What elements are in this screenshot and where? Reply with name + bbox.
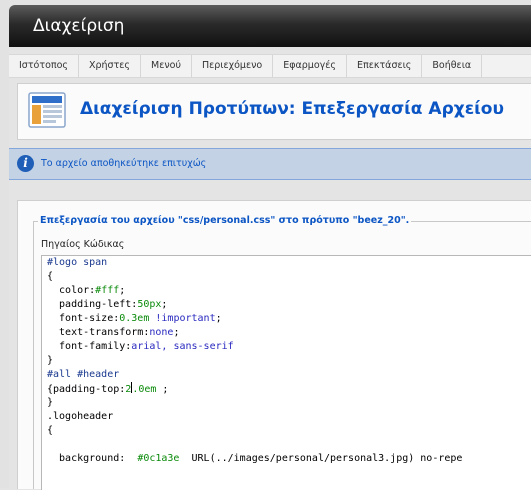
code-line: text-transform:none; bbox=[47, 327, 180, 338]
code-line: {padding-top:2.0em ; bbox=[47, 382, 169, 395]
editor-panel: Επεξεργασία του αρχείου "css/personal.cs… bbox=[17, 200, 531, 490]
menu-item-site[interactable]: Ιστότοπος bbox=[9, 55, 79, 77]
system-message: i Το αρχείο αποθηκεύτηκε επιτυχώς bbox=[9, 148, 531, 180]
menu-item-extensions[interactable]: Επεκτάσεις bbox=[347, 55, 423, 77]
toolbar-box: Διαχείριση Προτύπων: Επεξεργασία Αρχείου bbox=[17, 83, 531, 140]
menu-item-users[interactable]: Χρήστες bbox=[79, 55, 142, 77]
code-line: background: #0c1a3e URL(../images/person… bbox=[47, 453, 463, 464]
code-line: font-family:arial, sans-serif bbox=[47, 341, 234, 352]
code-line: padding-left:50px; bbox=[47, 299, 168, 310]
admin-header: Διαχείριση bbox=[9, 5, 531, 47]
code-line: .logoheader bbox=[47, 411, 114, 422]
code-line: { bbox=[47, 425, 54, 436]
code-line: #all #header bbox=[47, 369, 120, 380]
code-line: { bbox=[47, 271, 54, 282]
menu-item-menus[interactable]: Μενού bbox=[141, 55, 192, 77]
left-edge bbox=[0, 0, 9, 488]
menu-item-content[interactable]: Περιεχόμενο bbox=[192, 55, 274, 77]
page-title: Διαχείριση Προτύπων: Επεξεργασία Αρχείου bbox=[80, 99, 504, 119]
code-line: } bbox=[47, 355, 54, 366]
source-code-label: Πηγαίος Κώδικας bbox=[41, 239, 125, 250]
template-manager-icon bbox=[28, 92, 66, 128]
menu-item-help[interactable]: Βοήθεια bbox=[422, 55, 483, 77]
code-line: #logo span bbox=[47, 257, 108, 268]
main-menu: Ιστότοπος Χρήστες Μενού Περιεχόμενο Εφαρ… bbox=[9, 54, 531, 78]
info-icon: i bbox=[17, 155, 34, 172]
menu-item-components[interactable]: Εφαρμογές bbox=[273, 55, 347, 77]
code-line: color:#fff; bbox=[47, 285, 126, 296]
fieldset-border-left bbox=[33, 221, 34, 489]
header-title: Διαχείριση bbox=[33, 16, 125, 36]
code-line: font-size:0.3em !important; bbox=[47, 313, 222, 324]
code-line: } bbox=[47, 397, 54, 408]
source-code-editor[interactable]: #logo span { color:#fff; padding-left:50… bbox=[41, 255, 531, 490]
message-text: Το αρχείο αποθηκεύτηκε επιτυχώς bbox=[41, 158, 207, 169]
editor-legend: Επεξεργασία του αρχείου "css/personal.cs… bbox=[38, 215, 412, 226]
